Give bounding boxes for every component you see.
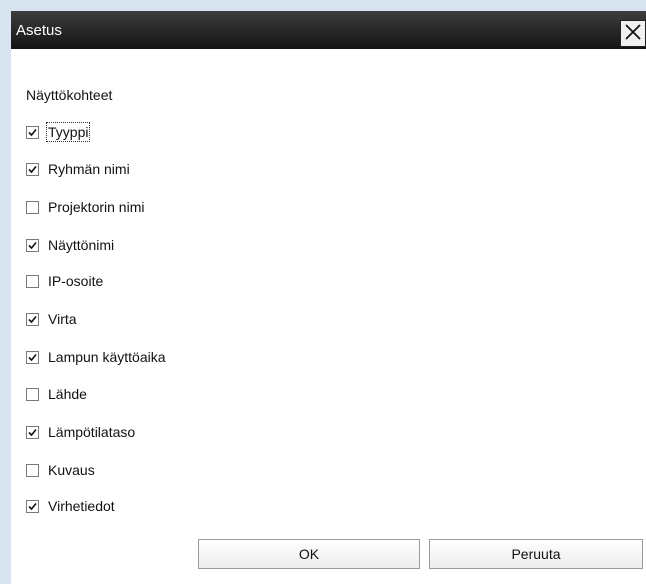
checkbox-label: Projektorin nimi [48, 199, 145, 215]
cancel-button[interactable]: Peruuta [429, 539, 643, 569]
checkbox-item[interactable]: Virta [26, 309, 77, 329]
checkbox-label: IP-osoite [48, 273, 104, 289]
checkbox-unchecked[interactable] [26, 463, 39, 477]
close-button[interactable] [620, 20, 646, 47]
checkbox-item[interactable]: Tyyppi [26, 122, 91, 142]
checkbox-label: Lähde [48, 386, 87, 402]
title-bar: Asetus [11, 11, 646, 49]
checkbox-checked[interactable] [26, 425, 39, 439]
close-icon [624, 23, 642, 45]
checkbox-item[interactable]: Virhetiedot [26, 496, 115, 516]
checkbox-checked[interactable] [26, 312, 39, 326]
checkbox-label: Näyttönimi [48, 237, 115, 253]
checkbox-item[interactable]: Ryhmän nimi [26, 159, 130, 179]
section-label: Näyttökohteet [26, 87, 113, 103]
checkbox-item[interactable]: Näyttönimi [26, 235, 114, 255]
checkbox-label: Lämpötilataso [48, 424, 136, 440]
checkbox-unchecked[interactable] [26, 274, 39, 288]
checkbox-checked[interactable] [26, 238, 39, 252]
checkbox-label: Lampun käyttöaika [48, 349, 166, 365]
checkbox-item[interactable]: Lähde [26, 384, 87, 404]
checkbox-label: Virhetiedot [48, 498, 115, 514]
checkbox-item[interactable]: IP-osoite [26, 271, 103, 291]
checkbox-checked[interactable] [26, 499, 39, 513]
checkbox-item[interactable]: Lampun käyttöaika [26, 347, 166, 367]
checkbox-unchecked[interactable] [26, 200, 39, 214]
checkbox-item[interactable]: Lämpötilataso [26, 422, 135, 442]
checkbox-checked[interactable] [26, 162, 39, 176]
checkbox-checked[interactable] [26, 125, 39, 139]
dialog-title: Asetus [16, 22, 62, 39]
checkbox-label: Tyyppi [45, 122, 91, 142]
checkbox-item[interactable]: Projektorin nimi [26, 197, 144, 217]
dialog-content: Näyttökohteet Tyyppi Ryhmän nimi Projekt… [11, 49, 646, 584]
checkbox-label: Ryhmän nimi [48, 161, 130, 177]
checkbox-item[interactable]: Kuvaus [26, 460, 95, 480]
ok-button[interactable]: OK [198, 539, 420, 569]
settings-dialog: Asetus Näyttökohteet Tyyppi Ryhmän nimi … [11, 11, 646, 584]
checkbox-unchecked[interactable] [26, 387, 39, 401]
checkbox-label: Virta [48, 311, 77, 327]
checkbox-checked[interactable] [26, 350, 39, 364]
checkbox-label: Kuvaus [48, 462, 95, 478]
